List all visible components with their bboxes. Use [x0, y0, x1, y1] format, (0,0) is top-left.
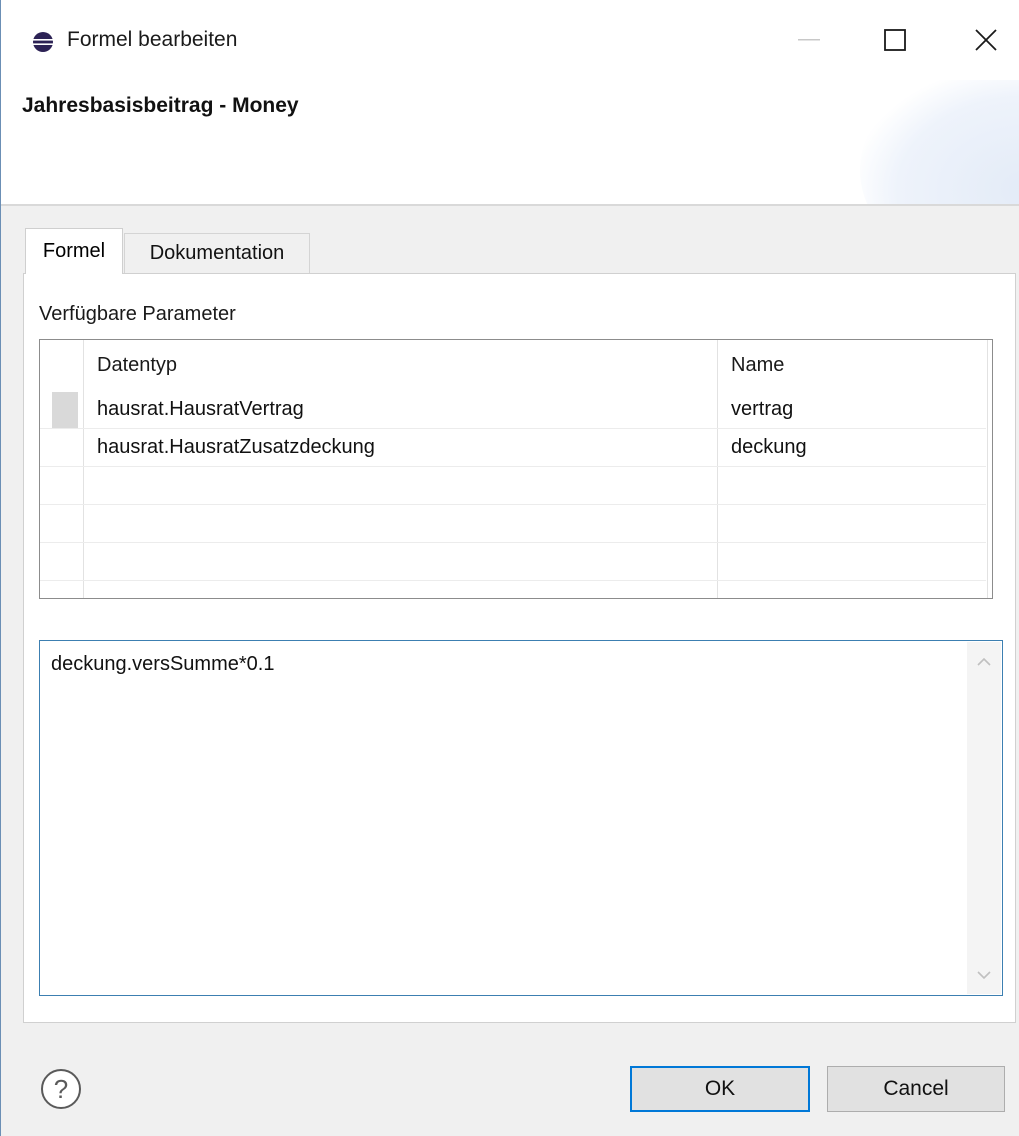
- column-divider[interactable]: [717, 340, 718, 598]
- tab-dokumentation[interactable]: Dokumentation: [124, 233, 310, 273]
- minimize-button[interactable]: [779, 16, 839, 64]
- scroll-up-button[interactable]: [967, 646, 1001, 676]
- tab-formel[interactable]: Formel: [25, 228, 123, 274]
- parameters-table[interactable]: Datentyp Name hausrat.HausratVertrag ver…: [39, 339, 993, 599]
- row-divider: [40, 542, 986, 543]
- column-divider: [83, 340, 84, 598]
- column-header-name[interactable]: Name: [731, 354, 784, 377]
- cell-name[interactable]: deckung: [731, 436, 807, 459]
- row-divider: [40, 428, 986, 429]
- minimize-icon: [798, 39, 820, 41]
- header-title: Jahresbasisbeitrag - Money: [22, 94, 299, 117]
- column-divider: [987, 340, 988, 598]
- parameters-label: Verfügbare Parameter: [39, 303, 236, 325]
- maximize-button[interactable]: [865, 16, 925, 64]
- row-divider: [40, 466, 986, 467]
- vertical-scrollbar[interactable]: [967, 642, 1001, 994]
- row-selector[interactable]: [52, 392, 78, 428]
- window-title: Formel bearbeiten: [67, 28, 238, 51]
- svg-text:?: ?: [54, 1074, 68, 1104]
- scroll-down-button[interactable]: [967, 960, 1001, 990]
- chevron-down-icon: [977, 970, 991, 979]
- maximize-icon: [884, 29, 906, 51]
- close-button[interactable]: [956, 16, 1016, 64]
- cell-name[interactable]: vertrag: [731, 398, 793, 421]
- header-separator: [1, 204, 1019, 206]
- ok-button[interactable]: OK: [630, 1066, 810, 1112]
- formula-dialog: Formel bearbeiten Jahresbasisbeitrag - M…: [0, 0, 1019, 1136]
- row-divider: [40, 504, 986, 505]
- title-bar[interactable]: Formel bearbeiten: [1, 0, 1019, 80]
- formula-editor[interactable]: deckung.versSumme*0.1: [39, 640, 1003, 996]
- header-decoration: [860, 80, 1019, 204]
- help-icon[interactable]: ?: [39, 1067, 83, 1111]
- dialog-header: Jahresbasisbeitrag - Money: [1, 80, 1019, 204]
- chevron-up-icon: [977, 657, 991, 666]
- cell-datatype[interactable]: hausrat.HausratZusatzdeckung: [97, 436, 375, 459]
- cell-datatype[interactable]: hausrat.HausratVertrag: [97, 398, 304, 421]
- eclipse-icon: [32, 32, 54, 52]
- formula-text[interactable]: deckung.versSumme*0.1: [51, 653, 274, 676]
- row-divider: [40, 580, 986, 581]
- cancel-button[interactable]: Cancel: [827, 1066, 1005, 1112]
- column-header-datatype[interactable]: Datentyp: [97, 354, 177, 377]
- close-icon: [975, 29, 997, 51]
